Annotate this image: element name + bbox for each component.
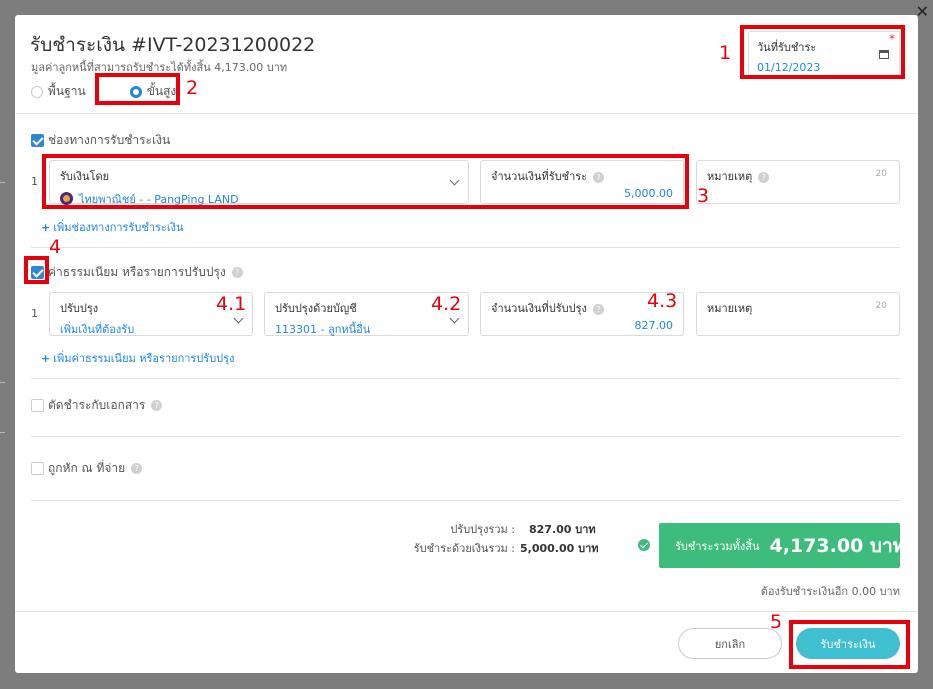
adjust-total-label: ปรับปรุงรวม : <box>450 523 515 536</box>
cancel-button[interactable]: ยกเลิก <box>678 628 782 659</box>
grand-total-value: 4,173.00 บาท <box>769 534 906 557</box>
payment-channel-label: ช่องทางการรับชำระเงิน <box>48 133 171 147</box>
paid-total-value: 5,000.00 บาท <box>520 542 599 555</box>
backdrop-line <box>0 382 5 383</box>
backdrop-line <box>0 432 5 433</box>
grand-total-label: รับชำระรวมทั้งสิ้น <box>675 539 760 553</box>
payment-amount-label: จำนวนเงินที่รับชำระ? <box>491 167 673 185</box>
add-payment-channel-link[interactable]: + เพิ่มช่องทางการรับชำระเงิน <box>41 218 183 236</box>
divider <box>15 113 918 114</box>
offset-docs-row: ตัดชำระกับเอกสาร ? <box>31 396 163 415</box>
plus-icon: + <box>41 352 51 365</box>
char-counter: 20 <box>875 301 887 311</box>
radio-advanced-label[interactable]: ขั้นสูง <box>147 82 177 101</box>
divider <box>15 611 918 612</box>
help-icon: ? <box>231 267 243 278</box>
radio-basic-label[interactable]: พื้นฐาน <box>48 82 86 101</box>
adjust-type-value: เพิ่มเงินที่ต้องรับ <box>60 323 135 336</box>
row-index: 1 <box>31 307 38 320</box>
help-icon: ? <box>151 400 163 411</box>
backdrop-line <box>0 182 5 183</box>
calendar-icon[interactable] <box>879 50 889 59</box>
withholding-label: ถูกหัก ณ ที่จ่าย <box>48 461 126 475</box>
plus-icon: + <box>41 221 51 234</box>
annotation-number: 5 <box>770 611 783 633</box>
annotation-number: 4 <box>49 236 62 258</box>
divider <box>31 436 900 437</box>
received-by-value: ไทยพาณิชย์ - - PangPing LAND <box>79 193 239 206</box>
annotation-number: 4.2 <box>431 293 462 315</box>
annotation-number: 4.3 <box>647 290 678 312</box>
radio-advanced[interactable] <box>129 85 142 98</box>
remaining-amount: ต้องรับชำระเงินอีก 0.00 บาท <box>760 585 900 598</box>
adjust-total-value: 827.00 บาท <box>529 523 596 536</box>
offset-docs-checkbox[interactable] <box>31 399 44 412</box>
received-by-label: รับเงินโดย <box>60 170 110 183</box>
paid-total-label: รับชำระด้วยเงินรวม : <box>413 542 515 555</box>
adjust-amount-label: จำนวนเงินที่ปรับปรุง? <box>491 299 673 317</box>
annotation-number: 3 <box>697 185 710 207</box>
row-index: 1 <box>31 175 38 188</box>
annotation-number: 4.1 <box>216 293 247 315</box>
divider <box>31 247 900 248</box>
help-icon: ? <box>592 303 604 315</box>
divider <box>31 500 900 501</box>
withholding-row: ถูกหัก ณ ที่จ่าย ? <box>31 459 143 478</box>
payment-amount-field[interactable]: จำนวนเงินที่รับชำระ? 5,000.00 <box>480 160 684 204</box>
required-mark: * <box>889 32 895 46</box>
adjust-account-value: 113301 - ลูกหนี้อื่น <box>275 323 371 336</box>
payment-date-label: วันที่รับชำระ <box>757 41 817 54</box>
payment-amount-value[interactable]: 5,000.00 <box>624 187 673 200</box>
fees-header: ค่าธรรมเนียม หรือรายการปรับปรุง ? <box>31 263 243 282</box>
fees-checkbox[interactable] <box>31 266 44 279</box>
payment-channel-checkbox[interactable] <box>31 134 44 147</box>
help-icon: ? <box>593 171 605 183</box>
add-fee-link[interactable]: + เพิ่มค่าธรรมเนียม หรือรายการปรับปรุง <box>41 349 234 367</box>
modal-title: รับชำระเงิน #IVT-20231200022 <box>30 34 316 56</box>
annotation-number: 2 <box>186 77 199 99</box>
offset-docs-label: ตัดชำระกับเอกสาร <box>48 398 146 412</box>
annotation-number: 1 <box>719 42 732 64</box>
adjust-type-label: ปรับปรุง <box>60 302 99 315</box>
help-icon: ? <box>131 463 143 474</box>
bank-logo-icon <box>60 192 73 205</box>
grand-total-box: รับชำระรวมทั้งสิ้น 4,173.00 บาท <box>659 523 905 568</box>
payment-channel-header: ช่องทางการรับชำระเงิน <box>31 131 170 150</box>
adjust-note-label: หมายเหตุ <box>707 302 753 315</box>
divider <box>31 378 900 379</box>
adjust-note-field[interactable]: หมายเหตุ 20 <box>696 292 900 336</box>
submit-payment-button[interactable]: รับชำระเงิน <box>796 628 900 659</box>
modal-subtitle: มูลค่าลูกหนี้ที่สามารถรับชำระได้ทั้งสิ้น… <box>31 61 288 74</box>
help-icon: ? <box>758 171 770 183</box>
withholding-checkbox[interactable] <box>31 462 44 475</box>
payment-modal: รับชำระเงิน #IVT-20231200022 มูลค่าลูกหน… <box>15 15 918 673</box>
char-counter: 20 <box>875 169 887 179</box>
check-circle-icon <box>638 539 650 551</box>
radio-basic[interactable] <box>31 85 43 98</box>
adjust-amount-value[interactable]: 827.00 <box>635 319 674 332</box>
payment-date-field[interactable]: วันที่รับชำระ 01/12/2023 * <box>748 31 900 76</box>
fees-label: ค่าธรรมเนียม หรือรายการปรับปรุง <box>48 265 226 279</box>
payment-note-field[interactable]: หมายเหตุ? 20 <box>696 160 900 204</box>
payment-date-value[interactable]: 01/12/2023 <box>757 61 891 74</box>
payment-note-label: หมายเหตุ? <box>707 167 889 185</box>
received-by-select[interactable]: รับเงินโดย ไทยพาณิชย์ - - PangPing LAND <box>49 160 469 206</box>
mode-radio-group: พื้นฐาน ขั้นสูง <box>31 82 196 101</box>
